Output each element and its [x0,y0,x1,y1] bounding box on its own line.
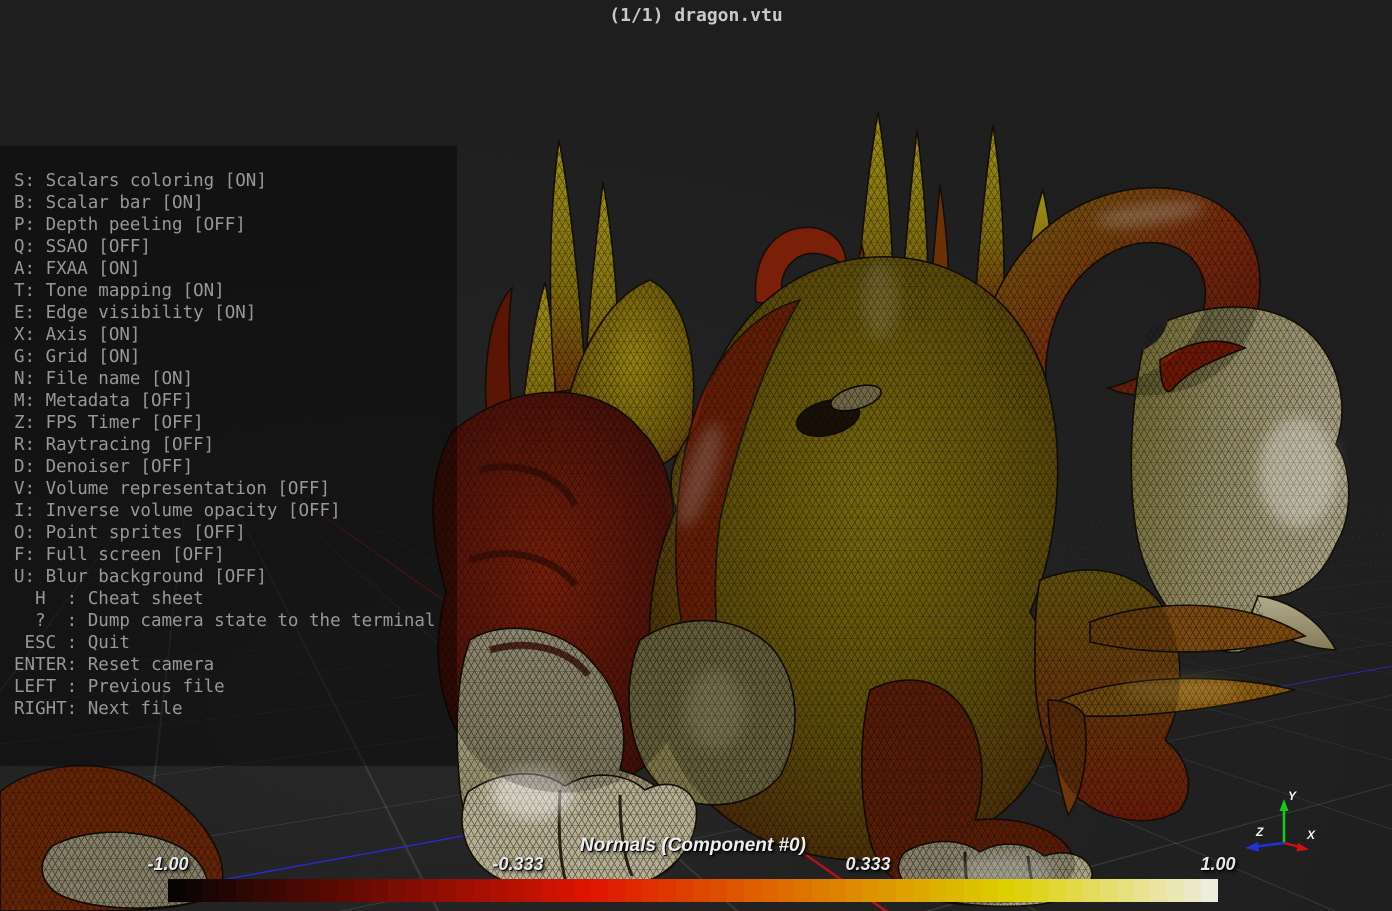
cheatsheet-line: G: Grid [ON] [14,346,457,368]
cheatsheet-line: N: File name [ON] [14,368,457,390]
z-arrowhead-icon [1245,842,1259,852]
cheatsheet-line: I: Inverse volume opacity [OFF] [14,500,457,522]
viewer-window: S: Scalars coloring [ON] B: Scalar bar [… [0,0,1392,911]
cheatsheet-line: LEFT : Previous file [14,676,457,698]
cheatsheet-line: F: Full screen [OFF] [14,544,457,566]
cheatsheet-line: D: Denoiser [OFF] [14,456,457,478]
cheatsheet-line: Q: SSAO [OFF] [14,236,457,258]
cheatsheet-line: O: Point sprites [OFF] [14,522,457,544]
cheatsheet-line: RIGHT: Next file [14,698,457,720]
cheatsheet-line: E: Edge visibility [ON] [14,302,457,324]
cheatsheet-line: A: FXAA [ON] [14,258,457,280]
axes-gizmo: Y Z X [1228,786,1348,858]
cheatsheet-line: T: Tone mapping [ON] [14,280,457,302]
x-axis-label: X [1306,828,1316,842]
cheatsheet-line: B: Scalar bar [ON] [14,192,457,214]
cheatsheet-panel: S: Scalars coloring [ON] B: Scalar bar [… [0,146,457,766]
cheatsheet-line: ENTER: Reset camera [14,654,457,676]
y-axis-label: Y [1288,789,1297,803]
cheatsheet-line: ESC : Quit [14,632,457,654]
cheatsheet-line: U: Blur background [OFF] [14,566,457,588]
cheatsheet-line: ? : Dump camera state to the terminal [14,610,457,632]
cheatsheet-line: S: Scalars coloring [ON] [14,170,457,192]
cheatsheet-line: H : Cheat sheet [14,588,457,610]
z-axis-label: Z [1255,825,1264,839]
cheatsheet-line: X: Axis [ON] [14,324,457,346]
cheatsheet-line: R: Raytracing [OFF] [14,434,457,456]
cheatsheet-line: Z: FPS Timer [OFF] [14,412,457,434]
cheatsheet-line: M: Metadata [OFF] [14,390,457,412]
filename-title: (1/1) dragon.vtu [0,5,1392,26]
cheatsheet-line: V: Volume representation [OFF] [14,478,457,500]
x-arrowhead-icon [1297,843,1310,852]
z-axis-arrow [1256,843,1284,847]
cheatsheet-line: P: Depth peeling [OFF] [14,214,457,236]
